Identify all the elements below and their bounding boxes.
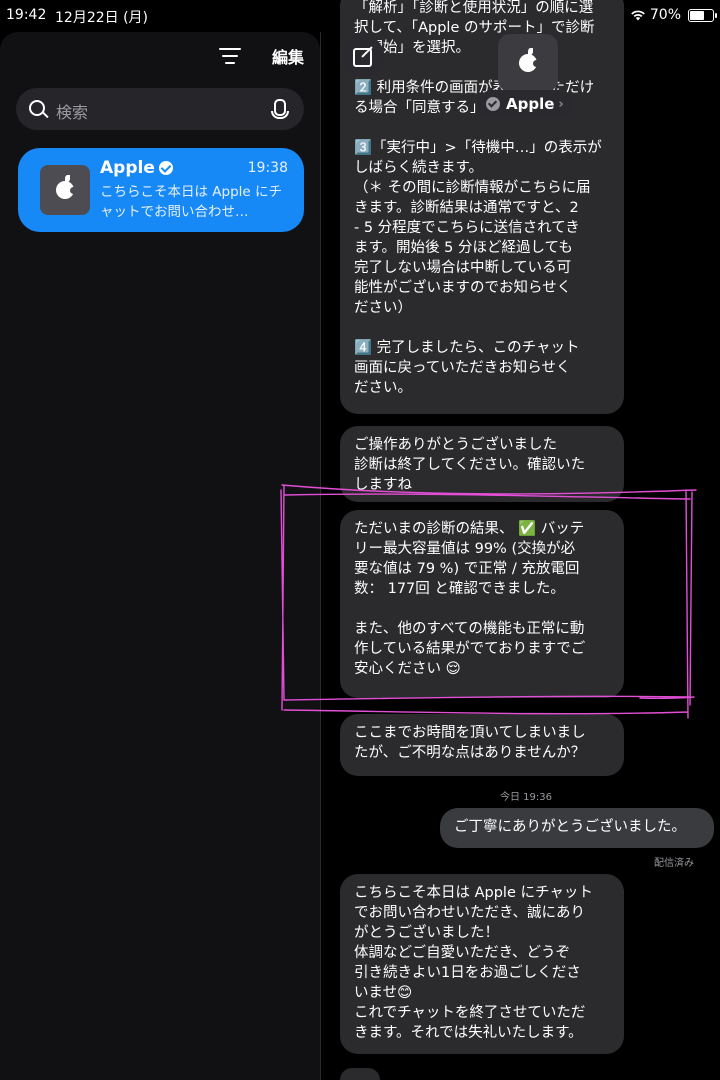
sidebar: 編集 検索 Apple 19:38 こちらこそ本日は Apple にチャットでお… xyxy=(0,32,320,1080)
message-bubble: こちらこそ本日は Apple にチャット でお問い合わせいただき、誠にあり がと… xyxy=(340,874,624,1054)
status-time: 19:42 xyxy=(6,7,47,23)
conversation-name-text: Apple xyxy=(100,158,155,178)
edit-button[interactable]: 編集 xyxy=(272,44,304,68)
contact-avatar[interactable] xyxy=(498,34,558,92)
message-bubble-outgoing: ご丁寧にありがとうございました。 xyxy=(440,808,714,848)
message-bubble: ただいまの診断の結果、 ✅ バッテ リー最大容量値は 99% (交換が必 要な値… xyxy=(340,510,624,698)
partial-bubble xyxy=(340,1068,380,1080)
message-bubble: ここまでお時間を頂いてしまいまし たが、ご不明な点はありませんか？ xyxy=(340,714,624,776)
filter-icon[interactable] xyxy=(219,48,241,69)
conversation-name: Apple xyxy=(100,158,173,178)
compose-button[interactable] xyxy=(340,34,384,78)
apple-logo-icon xyxy=(519,48,540,72)
chevron-right-icon: › xyxy=(558,96,564,112)
microphone-icon[interactable] xyxy=(271,99,289,119)
status-date: 12月22日 (月) xyxy=(55,10,149,26)
delivered-label: 配信済み xyxy=(654,858,694,869)
apple-logo-icon xyxy=(56,175,77,199)
avatar xyxy=(40,165,90,215)
search-input[interactable]: 検索 xyxy=(16,88,304,130)
contact-name-pill[interactable]: Apple › xyxy=(478,90,574,118)
conversation-preview: こちらこそ本日は Apple にチャットでお問い合わせ… xyxy=(100,184,283,220)
conversation-time: 19:38 xyxy=(247,160,288,176)
search-placeholder: 検索 xyxy=(56,103,89,122)
message-bubble: ご操作ありがとうございました 診断は終了してください。確認いた しますね xyxy=(340,426,624,502)
verified-icon xyxy=(486,97,500,111)
conversation-item-apple[interactable]: Apple 19:38 こちらこそ本日は Apple にチャットでお問い合わせ… xyxy=(18,148,304,232)
contact-name: Apple xyxy=(506,95,555,113)
search-icon xyxy=(29,100,45,116)
timestamp-label: 今日 19:36 xyxy=(500,792,552,803)
chat-transcript[interactable]: 「解析」「診断と使用状況」の順に選 択して、「Apple のサポート」で診断 を… xyxy=(320,0,720,1080)
verified-badge-icon xyxy=(158,161,173,175)
